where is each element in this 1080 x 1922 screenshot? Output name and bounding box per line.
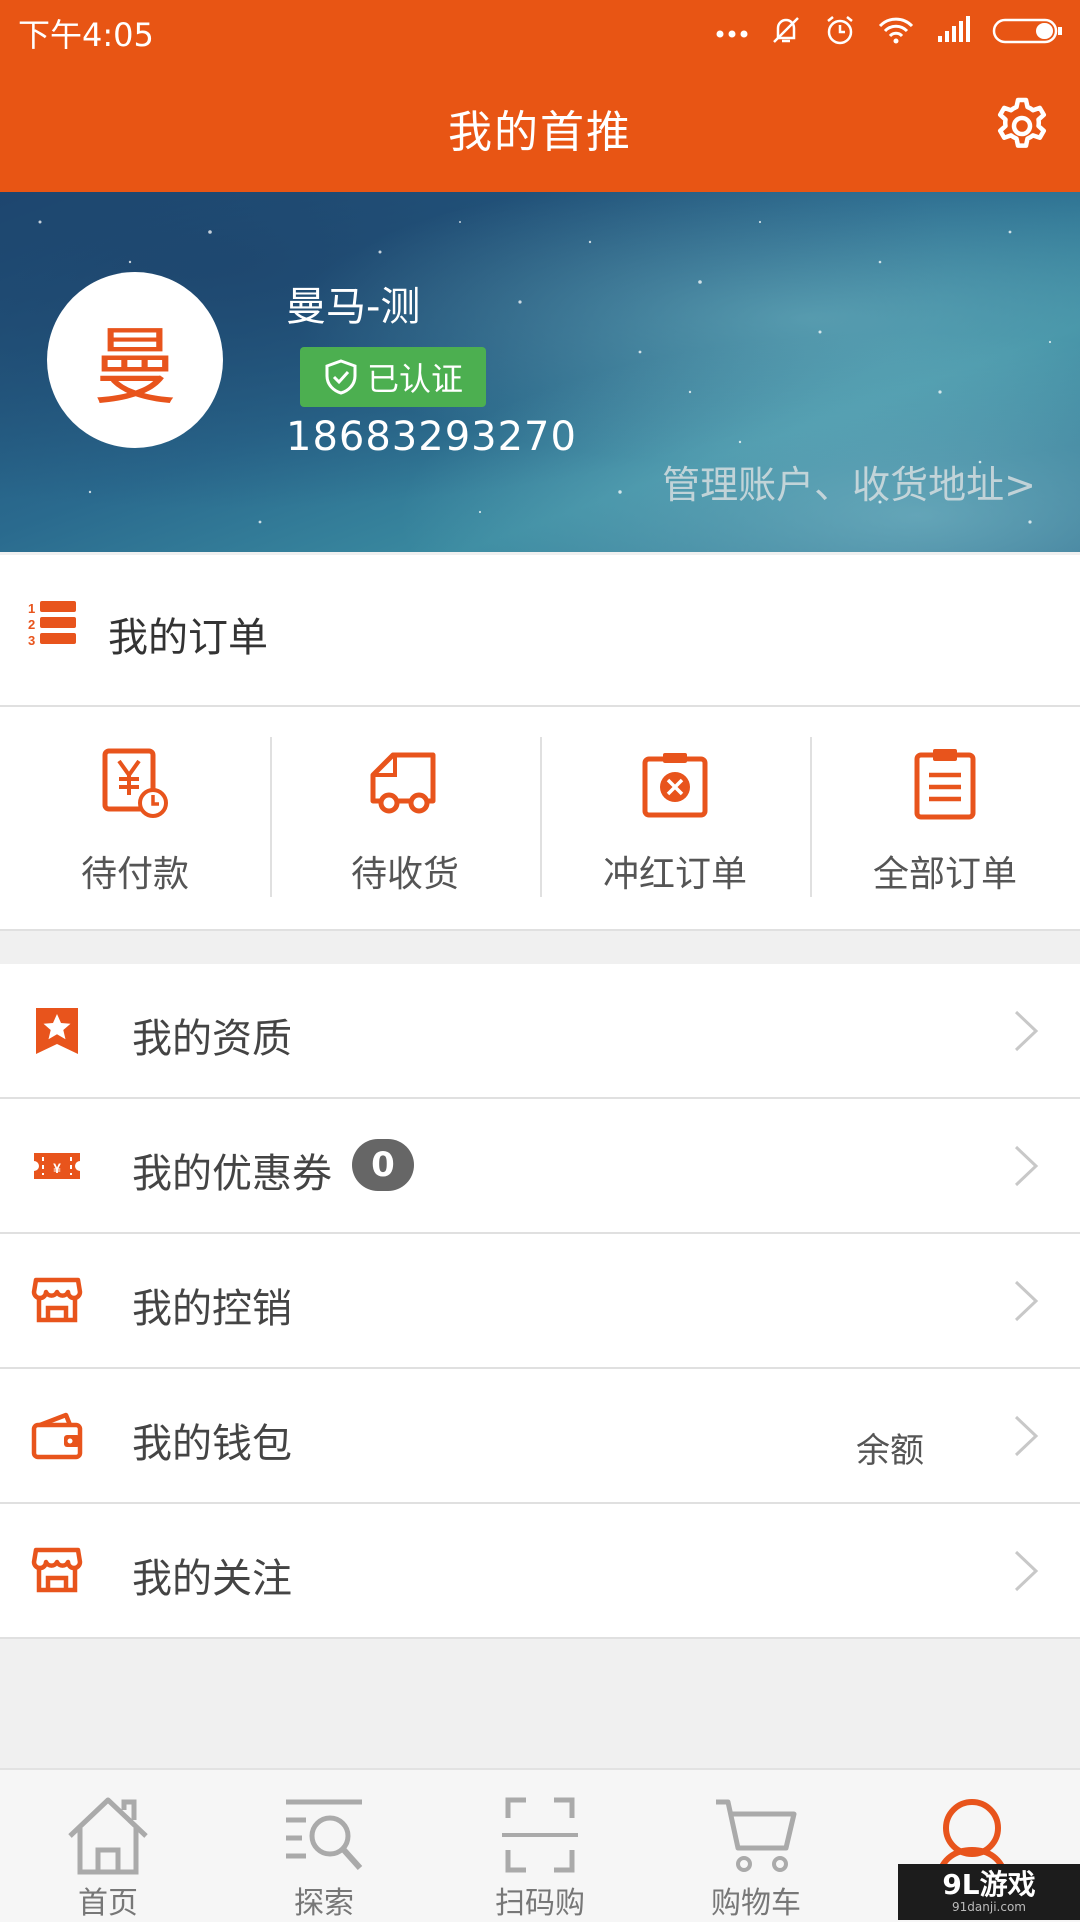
- tab-home[interactable]: 首页: [0, 1770, 216, 1922]
- chevron-right-icon: [1014, 1145, 1039, 1187]
- menu-item-sales-control[interactable]: 我的控销: [0, 1234, 1080, 1369]
- menu-item-label: 我的优惠券: [132, 1151, 332, 1197]
- menu-item-coupons[interactable]: ¥ 我的优惠券 0: [0, 1099, 1080, 1234]
- clipboard-list-icon: [914, 749, 976, 820]
- numbered-list-icon: 1 2 3: [28, 601, 76, 648]
- order-status-label: 冲红订单: [602, 854, 747, 895]
- status-time: 下午4:05: [18, 16, 154, 54]
- wallet-balance-label: 余额: [856, 1431, 924, 1471]
- order-status-label: 全部订单: [872, 854, 1017, 895]
- store-icon: [31, 1277, 83, 1323]
- order-all[interactable]: 全部订单: [810, 707, 1080, 929]
- menu-item-label: 我的关注: [132, 1556, 292, 1602]
- battery-icon: [992, 18, 1062, 44]
- home-icon: [68, 1797, 148, 1875]
- username: 曼马-测: [286, 284, 421, 330]
- chevron-right-icon: [1014, 1010, 1039, 1052]
- phone-number: 18683293270: [286, 414, 577, 460]
- signal-icon: [938, 16, 970, 42]
- verified-badge: 已认证: [300, 347, 486, 407]
- tab-label: 首页: [78, 1886, 138, 1921]
- tab-scan-buy[interactable]: 扫码购: [432, 1770, 648, 1922]
- svg-text:3: 3: [28, 633, 35, 648]
- delivery-truck-icon: [370, 752, 436, 814]
- status-bar: 下午4:05: [0, 0, 1080, 62]
- profile-banner: 曼 曼马-测 已认证 18683293270 管理账户、收货地址>: [0, 192, 1080, 552]
- shield-check-icon: [325, 359, 357, 395]
- menu-item-label: 我的资质: [132, 1016, 292, 1062]
- page-title: 我的首推: [448, 107, 632, 158]
- order-reversed[interactable]: 冲红订单: [540, 707, 810, 929]
- explore-search-icon: [286, 1799, 363, 1871]
- wifi-icon: [878, 17, 914, 44]
- star-bookmark-icon: [36, 1008, 78, 1054]
- gear-icon[interactable]: [990, 94, 1054, 158]
- tab-label: 购物车: [711, 1886, 801, 1921]
- order-status-label: 待收货: [350, 854, 459, 895]
- svg-text:1: 1: [28, 601, 35, 616]
- tab-cart[interactable]: 购物车: [648, 1770, 864, 1922]
- chevron-right-icon: [1014, 1415, 1039, 1457]
- my-orders-header[interactable]: 1 2 3 我的订单: [0, 555, 1080, 707]
- tab-label: 探索: [294, 1886, 354, 1921]
- status-icons: [714, 12, 1064, 48]
- menu-item-label: 我的钱包: [132, 1421, 292, 1467]
- watermark-logo-text: 9L游戏: [942, 1868, 1036, 1901]
- order-pending-payment[interactable]: 待付款: [0, 707, 270, 929]
- cart-icon: [716, 1799, 797, 1872]
- svg-text:2: 2: [28, 617, 35, 632]
- tab-explore[interactable]: 探索: [216, 1770, 432, 1922]
- menu-item-wallet[interactable]: 我的钱包 余额: [0, 1369, 1080, 1504]
- app-header: 我的首推: [0, 62, 1080, 192]
- wallet-icon: [31, 1412, 83, 1460]
- tab-label: 扫码购: [495, 1886, 585, 1921]
- watermark-url: 91danji.com: [952, 1900, 1026, 1914]
- payment-pending-icon: [102, 748, 168, 818]
- order-status-label: 待付款: [80, 854, 189, 895]
- menu-item-qualification[interactable]: 我的资质: [0, 964, 1080, 1099]
- verified-label: 已认证: [366, 360, 463, 398]
- avatar[interactable]: 曼: [47, 272, 223, 448]
- account-menu: 我的资质 ¥ 我的优惠券 0 我的控销 我的钱包 余额 我的关注: [0, 964, 1080, 1639]
- menu-item-following[interactable]: 我的关注: [0, 1504, 1080, 1639]
- order-status-row: 待付款 待收货 冲红订单 全部订单: [0, 707, 1080, 931]
- menu-item-label: 我的控销: [132, 1286, 292, 1332]
- coupon-icon: ¥: [34, 1153, 80, 1179]
- coupon-count-badge: 0: [352, 1139, 414, 1191]
- scan-icon: [502, 1797, 578, 1873]
- manage-account-link[interactable]: 管理账户、收货地址>: [662, 454, 1036, 509]
- mute-bell-icon: [773, 17, 799, 43]
- store-icon: [31, 1547, 83, 1593]
- avatar-initial: 曼: [92, 317, 177, 416]
- more-dots-icon: [716, 30, 748, 38]
- alarm-icon: [827, 16, 853, 45]
- order-pending-delivery[interactable]: 待收货: [270, 707, 540, 929]
- cancel-order-icon: [642, 753, 708, 818]
- my-orders-label: 我的订单: [108, 615, 268, 661]
- chevron-right-icon: [1014, 1280, 1039, 1322]
- site-watermark: 9L游戏 91danji.com: [898, 1864, 1080, 1920]
- chevron-right-icon: [1014, 1550, 1039, 1592]
- svg-text:¥: ¥: [53, 1160, 61, 1176]
